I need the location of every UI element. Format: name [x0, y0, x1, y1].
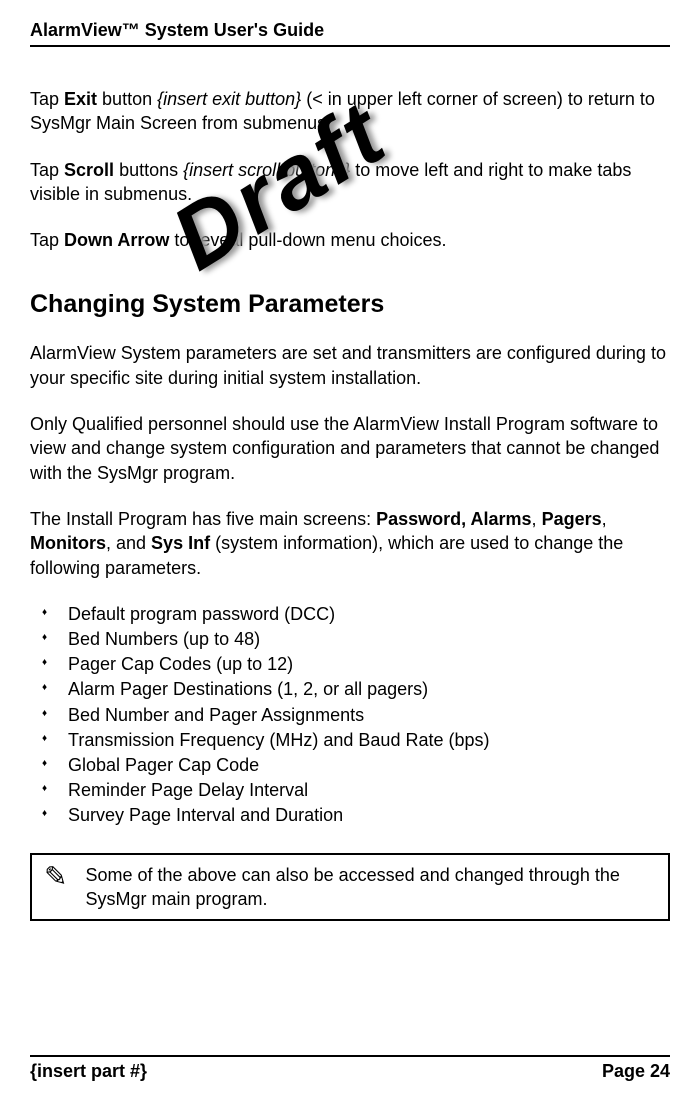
paragraph-down-arrow: Tap Down Arrow to reveal pull-down menu … — [30, 228, 670, 252]
screen-pagers: Pagers — [542, 509, 602, 529]
text: , — [532, 509, 542, 529]
text: Tap — [30, 230, 64, 250]
text: to reveal pull-down menu choices. — [169, 230, 446, 250]
scroll-button-label: Scroll — [64, 160, 114, 180]
exit-button-label: Exit — [64, 89, 97, 109]
list-item: Alarm Pager Destinations (1, 2, or all p… — [34, 677, 670, 702]
footer-page-number: Page 24 — [602, 1061, 670, 1082]
parameter-list: Default program password (DCC) Bed Numbe… — [30, 602, 670, 829]
exit-placeholder: {insert exit button} — [157, 89, 301, 109]
screen-password-alarms: Password, Alarms — [376, 509, 531, 529]
footer-rule — [30, 1055, 670, 1057]
text: button — [97, 89, 157, 109]
scroll-placeholder: {insert scroll buttons} — [183, 160, 350, 180]
paragraph-intro2: Only Qualified personnel should use the … — [30, 412, 670, 485]
down-arrow-label: Down Arrow — [64, 230, 169, 250]
footer-part-number: {insert part #} — [30, 1061, 147, 1082]
list-item: Global Pager Cap Code — [34, 753, 670, 778]
note-box: ✎ Some of the above can also be accessed… — [30, 853, 670, 922]
text: , — [602, 509, 607, 529]
list-item: Bed Number and Pager Assignments — [34, 703, 670, 728]
section-heading: Changing System Parameters — [30, 290, 670, 319]
list-item: Bed Numbers (up to 48) — [34, 627, 670, 652]
header-rule — [30, 45, 670, 47]
paragraph-intro1: AlarmView System parameters are set and … — [30, 341, 670, 390]
list-item: Default program password (DCC) — [34, 602, 670, 627]
list-item: Transmission Frequency (MHz) and Baud Ra… — [34, 728, 670, 753]
paragraph-screens: The Install Program has five main screen… — [30, 507, 670, 580]
header-title: AlarmView™ System User's Guide — [30, 20, 670, 41]
text: Tap — [30, 160, 64, 180]
footer-row: {insert part #} Page 24 — [30, 1061, 670, 1082]
screen-monitors: Monitors — [30, 533, 106, 553]
list-item: Pager Cap Codes (up to 12) — [34, 652, 670, 677]
paragraph-exit: Tap Exit button {insert exit button} (< … — [30, 87, 670, 136]
text: buttons — [114, 160, 183, 180]
screen-sysinf: Sys Inf — [151, 533, 210, 553]
text: Tap — [30, 89, 64, 109]
list-item: Survey Page Interval and Duration — [34, 803, 670, 828]
paragraph-scroll: Tap Scroll buttons {insert scroll button… — [30, 158, 670, 207]
pencil-note-icon: ✎ — [44, 863, 67, 891]
text: The Install Program has five main screen… — [30, 509, 376, 529]
page-content: AlarmView™ System User's Guide Tap Exit … — [30, 20, 670, 921]
text: , and — [106, 533, 151, 553]
document-page: AlarmView™ System User's Guide Tap Exit … — [0, 0, 700, 1097]
list-item: Reminder Page Delay Interval — [34, 778, 670, 803]
footer: {insert part #} Page 24 — [30, 1055, 670, 1082]
note-text: Some of the above can also be accessed a… — [85, 863, 658, 912]
